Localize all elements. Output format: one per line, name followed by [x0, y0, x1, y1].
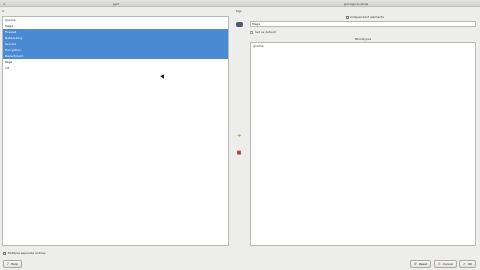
- reset-button[interactable]: ↺ Reset: [410, 260, 432, 268]
- reset-label: Reset: [418, 262, 428, 266]
- help-icon: ?: [7, 262, 9, 266]
- default-checkbox[interactable]: Set as default: [250, 30, 276, 34]
- list-item[interactable]: gnome: [253, 44, 473, 48]
- help-button[interactable]: ? Help: [3, 260, 22, 268]
- default-label: Set as default: [255, 30, 276, 34]
- checkbox-box[interactable]: [346, 15, 349, 19]
- list-item[interactable]: nif: [3, 65, 228, 71]
- right-top-label: Mgr: [236, 9, 242, 13]
- reset-icon: ↺: [414, 262, 417, 266]
- list-header: Ic: [2, 9, 5, 13]
- independent-checkbox[interactable]: Independent elements: [346, 15, 384, 19]
- left-titlebar: ✕ gui?: [0, 0, 232, 7]
- remove-button[interactable]: ■: [234, 148, 244, 157]
- ok-button[interactable]: ✔ OK: [459, 260, 477, 268]
- independent-label: Independent elements: [350, 15, 384, 19]
- ok-icon: ✔: [463, 262, 466, 266]
- arrow-right-icon: ➜: [236, 132, 242, 139]
- right-window-title: gui.sign-in-show: [343, 1, 369, 6]
- mimetypes-list[interactable]: gnome: [250, 42, 476, 246]
- name-field[interactable]: Mage: [250, 21, 476, 27]
- multiple-entries-checkbox[interactable]: Multiple separate entries: [3, 251, 45, 255]
- ok-label: OK: [467, 262, 473, 266]
- trash-icon: ■: [236, 149, 242, 156]
- multiple-entries-label: Multiple separate entries: [8, 251, 46, 255]
- emblem-icon[interactable]: [236, 22, 243, 27]
- help-label: Help: [10, 262, 18, 266]
- cancel-button[interactable]: ⊘ Cancel: [434, 260, 458, 268]
- checkbox-box[interactable]: [3, 251, 6, 255]
- cancel-icon: ⊘: [438, 262, 441, 266]
- cancel-label: Cancel: [442, 262, 454, 266]
- add-button[interactable]: ➜: [234, 131, 244, 140]
- left-window-title: gui?: [112, 1, 120, 6]
- right-titlebar: gui.sign-in-show: [232, 0, 480, 7]
- checkbox-box[interactable]: [250, 30, 253, 34]
- category-list[interactable]: gnome Mage Firewall Networking Service E…: [2, 16, 229, 246]
